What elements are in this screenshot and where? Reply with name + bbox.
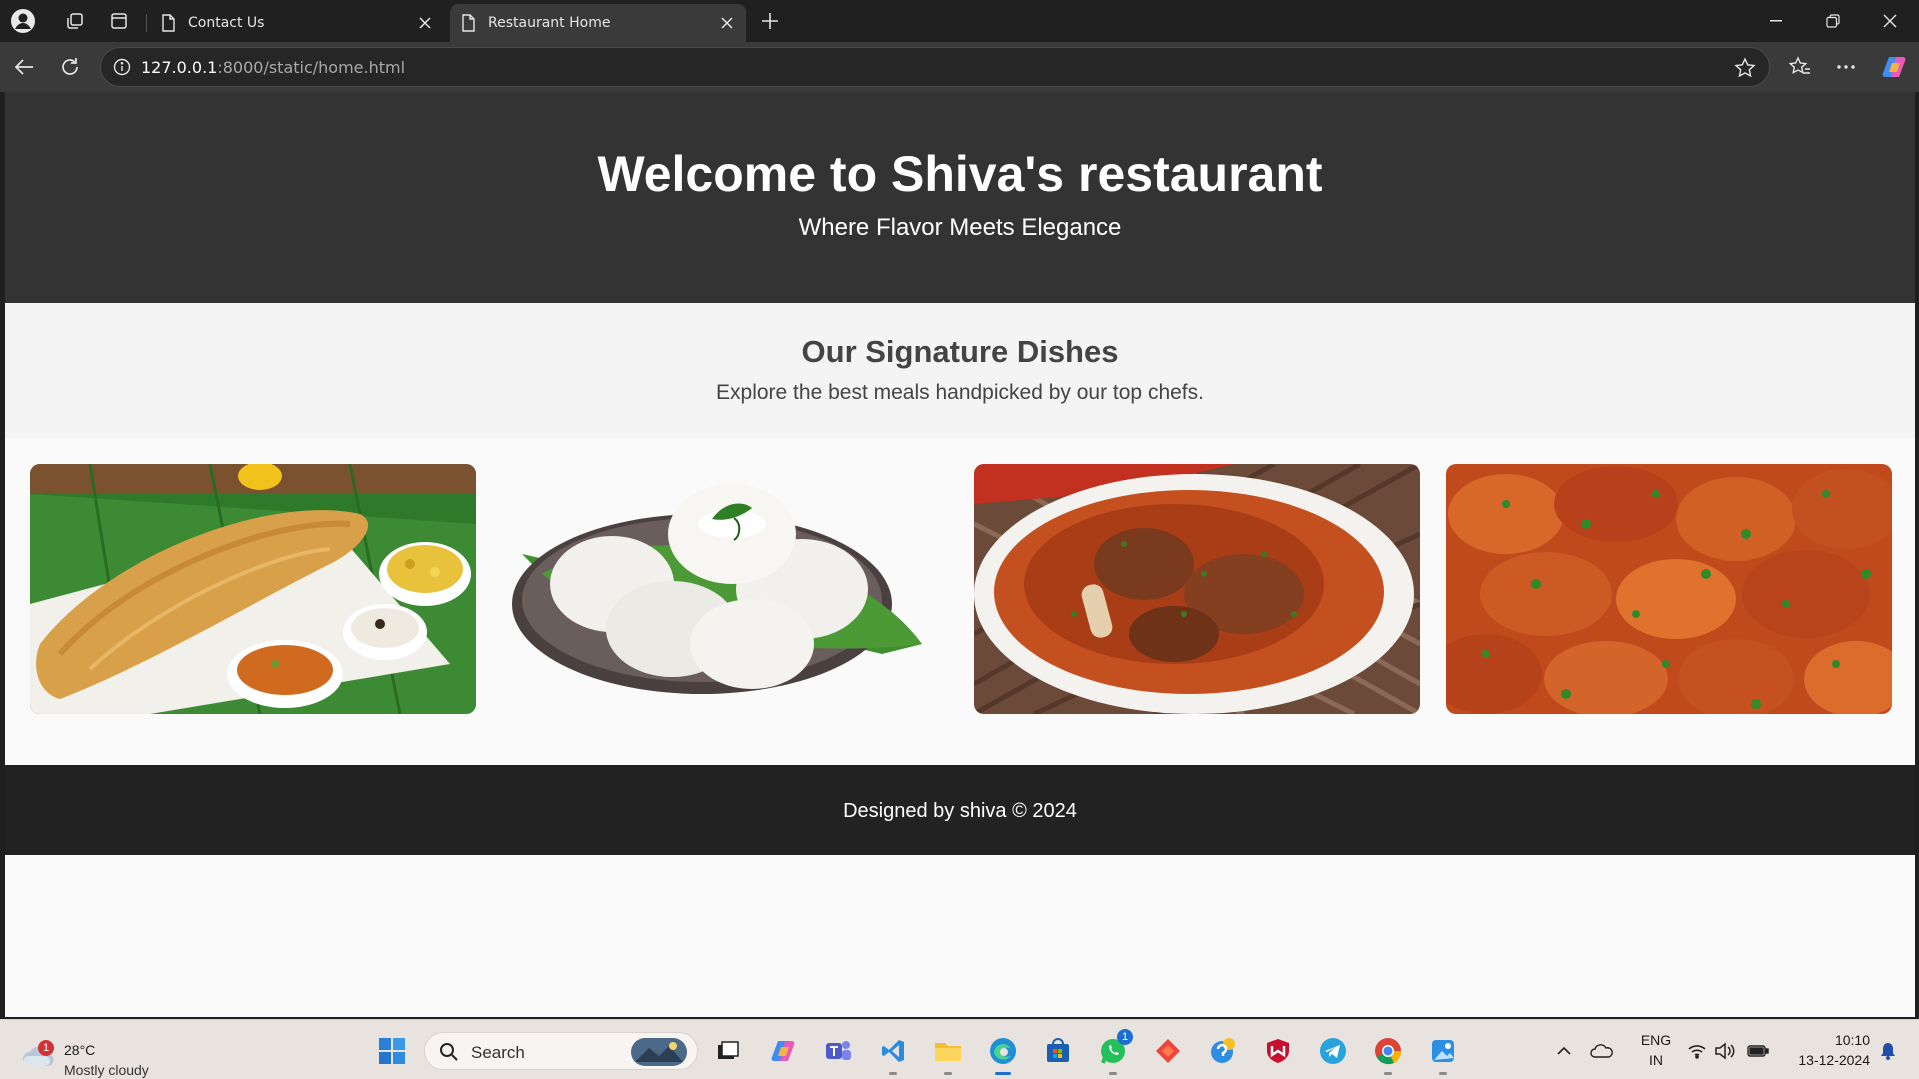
page-viewport: Welcome to Shiva's restaurant Where Flav… xyxy=(5,92,1915,1017)
weather-badge: 1 xyxy=(38,1040,54,1056)
windows-taskbar: 1 28°C Mostly cloudy Search 1 ENG IN 10:… xyxy=(0,1019,1919,1079)
copilot-icon[interactable] xyxy=(1880,53,1908,81)
favorites-icon[interactable] xyxy=(1786,53,1814,81)
tab-separator xyxy=(146,14,147,32)
edge-icon[interactable] xyxy=(987,1035,1019,1067)
photos-icon[interactable] xyxy=(1427,1035,1459,1067)
mcafee-icon[interactable] xyxy=(1262,1035,1294,1067)
volume-icon[interactable] xyxy=(1709,1035,1741,1067)
mutton-curry-image xyxy=(974,464,1420,714)
page-footer: Designed by shiva © 2024 xyxy=(5,765,1915,855)
new-tab-icon[interactable] xyxy=(757,8,783,34)
tab-title: Restaurant Home xyxy=(488,15,611,31)
search-icon xyxy=(440,1043,458,1061)
search-label: Search xyxy=(471,1043,525,1062)
address-bar[interactable]: 127.0.0.1:8000/static/home.html xyxy=(100,47,1770,87)
taskbar-search[interactable]: Search xyxy=(424,1032,698,1070)
url-host: 127.0.0.1 xyxy=(141,58,218,77)
tab-contact-us[interactable]: Contact Us xyxy=(150,4,444,42)
footer-text: Designed by shiva © 2024 xyxy=(843,800,1077,822)
whatsapp-badge: 1 xyxy=(1117,1029,1133,1045)
tab-title: Contact Us xyxy=(188,15,265,31)
workspaces-icon[interactable] xyxy=(62,8,88,34)
lang-bottom: IN xyxy=(1649,1052,1663,1068)
page-icon xyxy=(162,14,175,32)
clock-date: 13-12-2024 xyxy=(1798,1052,1870,1068)
running-indicator xyxy=(1109,1072,1117,1075)
url-text: 127.0.0.1:8000/static/home.html xyxy=(141,58,405,77)
running-indicator xyxy=(944,1072,952,1075)
clock-time: 10:10 xyxy=(1834,1032,1870,1048)
site-info-icon[interactable] xyxy=(111,56,133,78)
copilot-taskbar-icon[interactable] xyxy=(767,1035,799,1067)
browser-toolbar: 127.0.0.1:8000/static/home.html xyxy=(0,42,1919,92)
close-tab-icon[interactable] xyxy=(714,10,740,36)
close-tab-icon[interactable] xyxy=(412,10,438,36)
clock[interactable]: 10:10 13-12-2024 xyxy=(1780,1032,1870,1079)
vscode-icon[interactable] xyxy=(877,1035,909,1067)
show-hidden-icons[interactable] xyxy=(1548,1035,1580,1067)
language-indicator[interactable]: ENG IN xyxy=(1636,1032,1676,1079)
page-title: Welcome to Shiva's restaurant xyxy=(597,146,1323,202)
chrome-icon[interactable] xyxy=(1372,1035,1404,1067)
section-subtitle: Explore the best meals handpicked by our… xyxy=(716,381,1204,404)
hero-header: Welcome to Shiva's restaurant Where Flav… xyxy=(5,92,1915,303)
page-icon xyxy=(462,14,475,32)
file-explorer-icon[interactable] xyxy=(932,1035,964,1067)
back-icon[interactable] xyxy=(10,53,38,81)
teams-icon[interactable] xyxy=(822,1035,854,1067)
dosa-image xyxy=(30,464,476,714)
onedrive-icon[interactable] xyxy=(1586,1035,1618,1067)
tab-restaurant-home[interactable]: Restaurant Home xyxy=(450,4,746,42)
notification-bell-icon[interactable] xyxy=(1872,1035,1904,1067)
lang-top: ENG xyxy=(1640,1032,1672,1048)
weather-temp: 28°C xyxy=(64,1042,96,1058)
profile-icon[interactable] xyxy=(10,8,36,34)
tagline: Where Flavor Meets Elegance xyxy=(798,214,1122,241)
favorite-star-icon[interactable] xyxy=(1733,56,1757,80)
telegram-icon[interactable] xyxy=(1317,1035,1349,1067)
weather-widget[interactable]: 1 28°C Mostly cloudy xyxy=(20,1030,180,1078)
running-indicator xyxy=(1384,1072,1392,1075)
signature-section: Our Signature Dishes Explore the best me… xyxy=(5,303,1915,438)
restore-icon[interactable] xyxy=(1805,0,1861,42)
dish-gallery xyxy=(5,438,1915,756)
get-help-icon[interactable] xyxy=(1207,1035,1239,1067)
task-view-icon[interactable] xyxy=(712,1035,744,1067)
reload-icon[interactable] xyxy=(56,53,84,81)
search-highlight-icon xyxy=(631,1038,687,1066)
running-indicator xyxy=(889,1072,897,1075)
browser-tab-strip: Contact Us Restaurant Home xyxy=(0,0,1919,42)
url-path: :8000/static/home.html xyxy=(217,58,406,77)
idli-image xyxy=(502,464,948,714)
store-icon[interactable] xyxy=(1042,1035,1074,1067)
tab-actions-icon[interactable] xyxy=(106,8,132,34)
minimize-icon[interactable] xyxy=(1748,0,1804,42)
section-heading: Our Signature Dishes xyxy=(801,334,1119,369)
running-indicator xyxy=(1439,1072,1447,1075)
start-icon[interactable] xyxy=(376,1035,408,1067)
battery-icon[interactable] xyxy=(1742,1035,1774,1067)
active-indicator xyxy=(995,1072,1011,1075)
anydesk-icon[interactable] xyxy=(1152,1035,1184,1067)
chicken-curry-image xyxy=(1446,464,1892,714)
weather-condition: Mostly cloudy xyxy=(64,1062,149,1078)
close-window-icon[interactable] xyxy=(1862,0,1918,42)
more-options-icon[interactable] xyxy=(1832,53,1860,81)
